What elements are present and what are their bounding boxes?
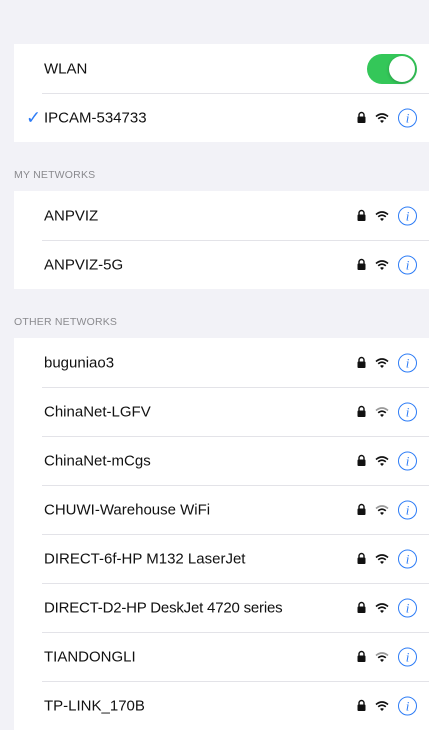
other-networks-title: OTHER NETWORKS	[14, 316, 118, 328]
network-row[interactable]: TIANDONGLI i	[14, 632, 429, 681]
info-icon[interactable]: i	[398, 255, 417, 274]
network-status-icons: i	[357, 255, 417, 274]
connected-network-row[interactable]: ✓ IPCAM-534733 i	[14, 93, 429, 142]
network-status-icons: i	[357, 402, 417, 421]
lock-icon	[357, 650, 366, 663]
network-row[interactable]: ChinaNet-mCgs i	[14, 436, 429, 485]
info-icon[interactable]: i	[398, 598, 417, 617]
info-icon[interactable]: i	[398, 647, 417, 666]
lock-icon	[357, 356, 366, 369]
info-icon[interactable]: i	[398, 206, 417, 225]
wifi-icon	[375, 602, 389, 613]
lock-icon	[357, 405, 366, 418]
lock-icon	[357, 699, 366, 712]
network-row[interactable]: DIRECT-6f-HP M132 LaserJet i	[14, 534, 429, 583]
wifi-icon	[375, 700, 389, 711]
info-icon[interactable]: i	[398, 549, 417, 568]
network-row[interactable]: DIRECT-D2-HP DeskJet 4720 series i	[14, 583, 429, 632]
network-name: DIRECT-6f-HP M132 LaserJet	[44, 550, 246, 567]
checkmark-icon: ✓	[26, 107, 42, 127]
other-networks-group: buguniao3 i ChinaNet-LGFV i ChinaNet-mCg…	[14, 338, 429, 730]
network-name: DIRECT-D2-HP DeskJet 4720 series	[44, 599, 283, 616]
lock-icon	[357, 601, 366, 614]
wifi-icon	[375, 553, 389, 564]
lock-icon	[357, 454, 366, 467]
top-spacer	[0, 0, 429, 44]
network-status-icons: i	[357, 451, 417, 470]
my-networks-header: MY NETWORKS	[0, 142, 429, 191]
network-status-icons: i	[357, 696, 417, 715]
network-name: TP-LINK_170B	[44, 697, 145, 714]
connected-network-name: IPCAM-534733	[44, 109, 147, 126]
network-name: ChinaNet-LGFV	[44, 403, 151, 420]
network-status-icons: i	[357, 647, 417, 666]
network-row[interactable]: ANPVIZ-5G i	[14, 240, 429, 289]
info-icon[interactable]: i	[398, 108, 417, 127]
network-status-icons: i	[357, 500, 417, 519]
wifi-icon	[375, 210, 389, 221]
wifi-icon	[375, 651, 389, 662]
info-icon[interactable]: i	[398, 500, 417, 519]
network-name: ANPVIZ	[44, 207, 99, 224]
wlan-label: WLAN	[44, 60, 88, 77]
lock-icon	[357, 111, 366, 124]
network-status-icons: i	[357, 353, 417, 372]
lock-icon	[357, 503, 366, 516]
toggle-knob	[389, 55, 415, 82]
info-icon[interactable]: i	[398, 696, 417, 715]
wifi-icon	[375, 259, 389, 270]
info-icon[interactable]: i	[398, 451, 417, 470]
wifi-icon	[375, 504, 389, 515]
network-status-icons: i	[357, 206, 417, 225]
network-status-icons: i	[357, 549, 417, 568]
network-row[interactable]: CHUWI-Warehouse WiFi i	[14, 485, 429, 534]
wlan-toggle[interactable]	[367, 53, 417, 84]
wifi-icon	[375, 357, 389, 368]
wlan-row: WLAN	[14, 44, 429, 93]
network-row[interactable]: TP-LINK_170B i	[14, 681, 429, 730]
network-name: ChinaNet-mCgs	[44, 452, 151, 469]
network-status-icons: i	[357, 598, 417, 617]
network-row[interactable]: buguniao3 i	[14, 338, 429, 387]
network-name: TIANDONGLI	[44, 648, 136, 665]
wifi-icon	[375, 112, 389, 123]
lock-icon	[357, 552, 366, 565]
network-row[interactable]: ChinaNet-LGFV i	[14, 387, 429, 436]
info-icon[interactable]: i	[398, 402, 417, 421]
wifi-icon	[375, 406, 389, 417]
network-status-icons: i	[357, 108, 417, 127]
lock-icon	[357, 258, 366, 271]
network-name: ANPVIZ-5G	[44, 256, 124, 273]
network-row[interactable]: ANPVIZ i	[14, 191, 429, 240]
network-name: CHUWI-Warehouse WiFi	[44, 501, 211, 518]
other-networks-header: OTHER NETWORKS	[0, 289, 429, 338]
lock-icon	[357, 209, 366, 222]
my-networks-title: MY NETWORKS	[14, 169, 96, 181]
wifi-icon	[375, 455, 389, 466]
network-name: buguniao3	[44, 354, 115, 371]
info-icon[interactable]: i	[398, 353, 417, 372]
wlan-group: WLAN ✓ IPCAM-534733 i	[14, 44, 429, 142]
my-networks-group: ANPVIZ i ANPVIZ-5G i	[14, 191, 429, 289]
